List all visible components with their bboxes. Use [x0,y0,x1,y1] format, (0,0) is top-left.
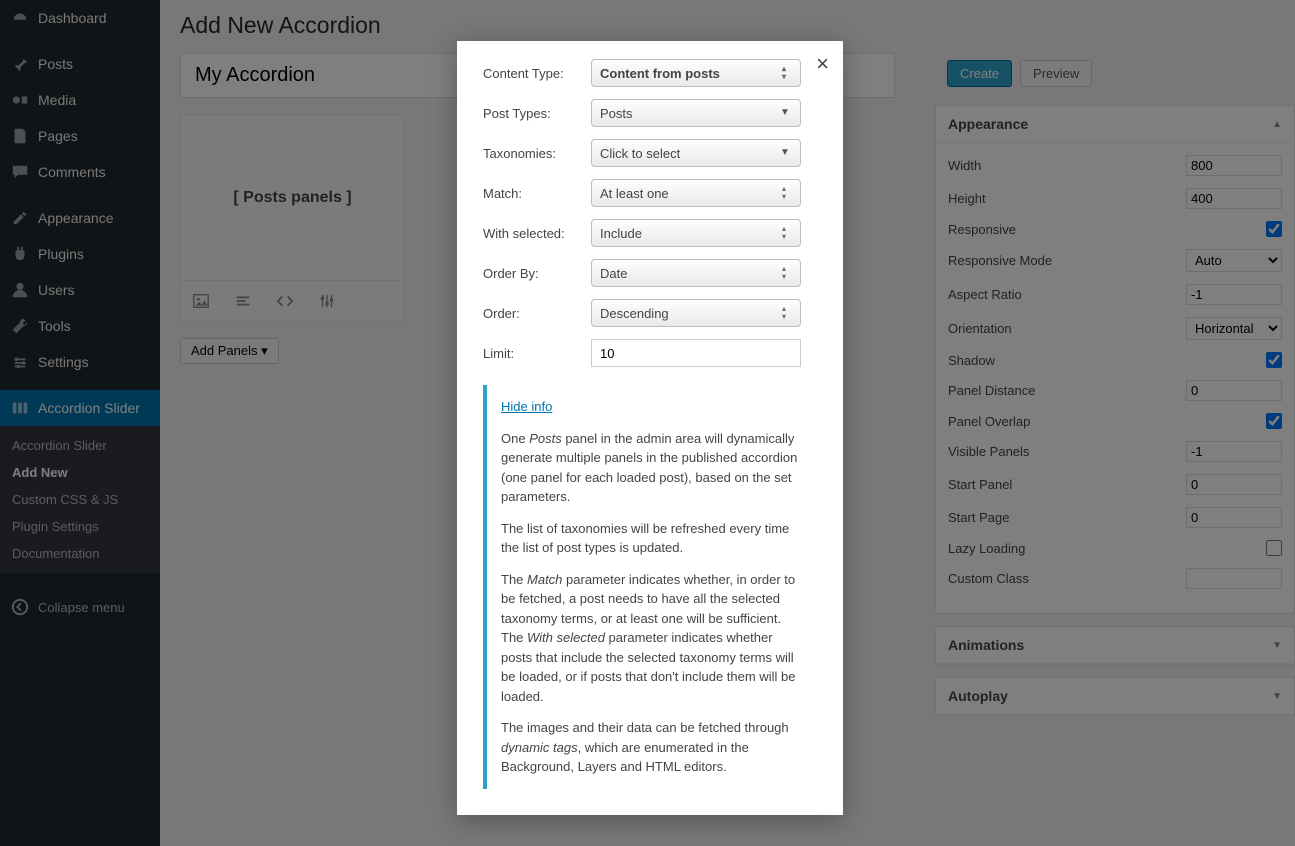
post-types-label: Post Types: [483,106,591,121]
info-block: Hide info One Posts panel in the admin a… [483,385,817,789]
content-settings-modal: × Content Type:Content from posts Post T… [457,41,843,815]
taxonomies-label: Taxonomies: [483,146,591,161]
match-label: Match: [483,186,591,201]
order-by-label: Order By: [483,266,591,281]
hide-info-link[interactable]: Hide info [501,399,552,414]
match-select[interactable]: At least one [591,179,801,207]
order-by-select[interactable]: Date [591,259,801,287]
order-label: Order: [483,306,591,321]
post-types-select[interactable]: Posts [591,99,801,127]
taxonomies-select[interactable]: Click to select [591,139,801,167]
limit-input[interactable] [591,339,801,367]
content-type-label: Content Type: [483,66,591,81]
with-selected-select[interactable]: Include [591,219,801,247]
with-selected-label: With selected: [483,226,591,241]
close-icon[interactable]: × [816,51,829,77]
order-select[interactable]: Descending [591,299,801,327]
content-type-select[interactable]: Content from posts [591,59,801,87]
limit-label: Limit: [483,346,591,361]
